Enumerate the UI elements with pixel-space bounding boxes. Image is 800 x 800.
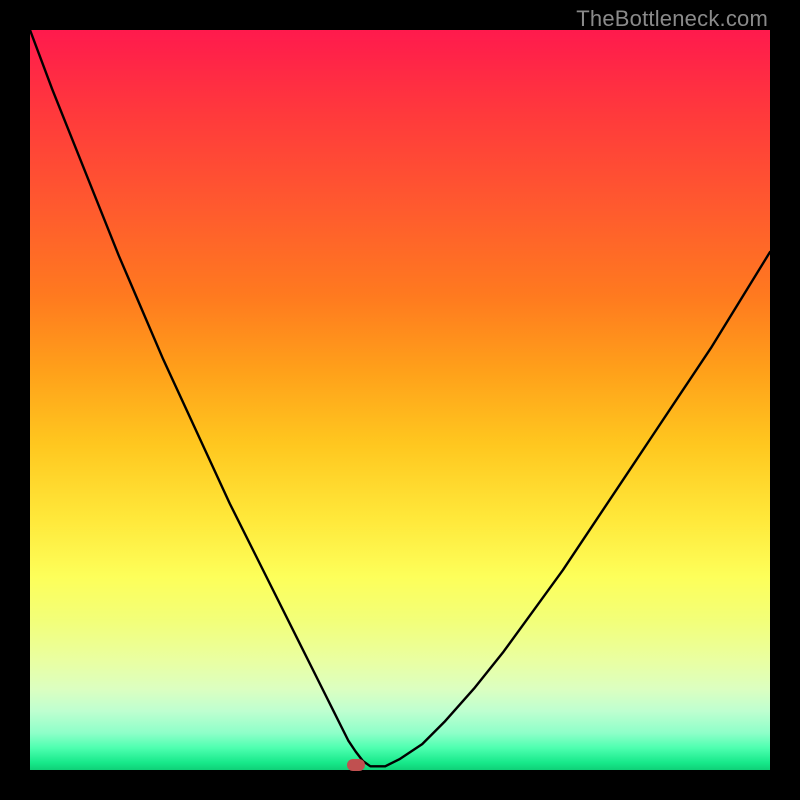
plot-area xyxy=(30,30,770,770)
bottleneck-curve xyxy=(30,30,770,770)
chart-frame: TheBottleneck.com xyxy=(0,0,800,800)
watermark-text: TheBottleneck.com xyxy=(576,6,768,32)
optimal-point-marker xyxy=(347,759,365,771)
